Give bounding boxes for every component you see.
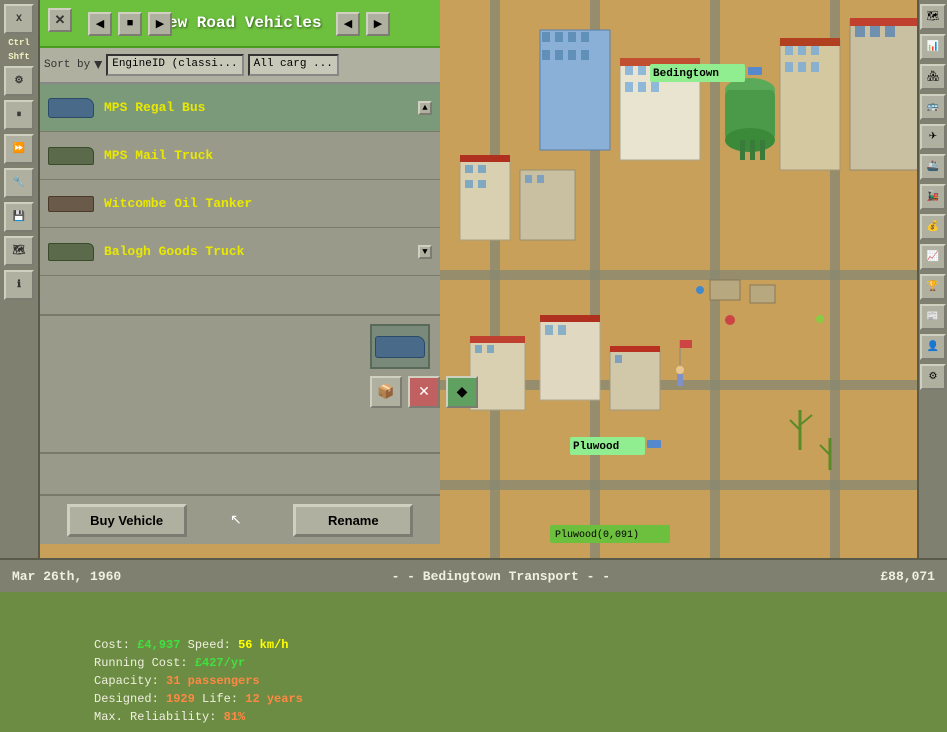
- truck-vehicle-icon-3: [48, 243, 94, 261]
- right-btn-2[interactable]: 📊: [920, 34, 946, 60]
- right-btn-12[interactable]: 👤: [920, 334, 946, 360]
- sidebar-close-btn[interactable]: X: [4, 4, 34, 34]
- svg-text:Pluwood: Pluwood: [573, 441, 619, 453]
- panel-close-button[interactable]: ✕: [48, 8, 72, 32]
- svg-text:Pluwood(0,091): Pluwood(0,091): [555, 529, 639, 541]
- right-btn-13[interactable]: ⚙: [920, 364, 946, 390]
- cursor-arrow-icon: ↖: [230, 512, 242, 529]
- designed-label: Designed:: [94, 692, 159, 706]
- sort-engine-value: EngineID (classi...: [112, 58, 237, 70]
- designed-line: Designed: 1929 Life: 12 years: [94, 690, 362, 708]
- scroll-right-button[interactable]: ▶: [148, 12, 172, 36]
- x-label: X: [16, 14, 22, 25]
- vehicle-item-0[interactable]: MPS Regal Bus ▲: [40, 84, 440, 132]
- speed-label: Speed:: [188, 638, 238, 652]
- cost-value: £4,937: [137, 638, 180, 652]
- right-btn-6[interactable]: 🚢: [920, 154, 946, 180]
- right-btn-5[interactable]: ✈: [920, 124, 946, 150]
- running-cost-value: £427/yr: [195, 656, 245, 670]
- status-company: - - Bedingtown Transport - -: [392, 569, 610, 584]
- sort-by-label: Sort by: [44, 59, 90, 71]
- reliability-line: Max. Reliability: 81%: [94, 708, 362, 726]
- speed-value: 56 km/h: [238, 638, 288, 652]
- sidebar-save-btn[interactable]: 💾: [4, 202, 34, 232]
- vehicle-preview-image: [375, 336, 425, 358]
- confirm-icon-btn[interactable]: ◆: [446, 376, 478, 408]
- cancel-icon-btn[interactable]: ✕: [408, 376, 440, 408]
- tanker-vehicle-icon: [48, 196, 94, 212]
- cost-line: Cost: £4,937 Speed: 56 km/h: [94, 636, 362, 654]
- left-sidebar: X Ctrl Shft ⚙ ⏸ ⏩ 🔧 💾 🗺 ℹ: [0, 0, 40, 592]
- vehicle-item-2[interactable]: Witcombe Oil Tanker: [40, 180, 440, 228]
- title-bar: ✕ ◀ ■ ▶ New Road Vehicles ◀ ▶: [40, 0, 440, 48]
- sort-arrow-icon: [94, 61, 102, 69]
- designed-value: 1929: [166, 692, 195, 706]
- svg-text:Bedingtown: Bedingtown: [653, 68, 719, 80]
- vehicle-list: MPS Regal Bus ▲ MPS Mail Truck Witcombe …: [40, 84, 440, 314]
- right-btn-3[interactable]: 🏘: [920, 64, 946, 90]
- sort-bar: Sort by EngineID (classi... All carg ...: [40, 48, 440, 84]
- ctrl-label: Ctrl: [8, 38, 30, 48]
- vehicle-preview-box: [370, 324, 430, 369]
- cargo-filter-dropdown[interactable]: All carg ...: [248, 54, 339, 76]
- sidebar-settings-btn[interactable]: ⚙: [4, 66, 34, 96]
- nav-left-button[interactable]: ◀: [336, 12, 360, 36]
- list-scroll-down[interactable]: ▼: [418, 245, 432, 259]
- right-sidebar: 🗺 📊 🏘 🚌 ✈ 🚢 🚂 💰 📈 🏆 📰 👤 ⚙ ?: [917, 0, 947, 592]
- action-buttons-row: 📦 ✕ ◆: [370, 376, 478, 408]
- life-label: Life:: [202, 692, 245, 706]
- panel-title: New Road Vehicles: [158, 14, 321, 32]
- right-btn-4[interactable]: 🚌: [920, 94, 946, 120]
- right-btn-9[interactable]: 📈: [920, 244, 946, 270]
- cargo-icon-btn[interactable]: 📦: [370, 376, 402, 408]
- running-cost-label: Running Cost:: [94, 656, 188, 670]
- shft-label: Shft: [8, 52, 30, 62]
- city-svg: Bedingtown: [410, 0, 947, 592]
- close-icon: ✕: [55, 13, 66, 28]
- list-scroll-up[interactable]: ▲: [418, 101, 432, 115]
- status-balance: £88,071: [880, 569, 935, 584]
- right-btn-11[interactable]: 📰: [920, 304, 946, 330]
- reliability-value: 81%: [224, 710, 246, 724]
- stats-area: Cost: £4,937 Speed: 56 km/h Running Cost…: [88, 630, 368, 732]
- cost-label: Cost:: [94, 638, 130, 652]
- bus-vehicle-icon: [48, 98, 94, 118]
- vehicle-name-0: MPS Regal Bus: [104, 100, 205, 115]
- city-area: Bedingtown: [410, 0, 947, 592]
- spacer-area: [40, 454, 440, 494]
- preview-area: 📦 ✕ ◆ Cost: £4,937 Speed: 56 km/h Runnin…: [40, 314, 440, 454]
- status-bar: Mar 26th, 1960 - - Bedingtown Transport …: [0, 558, 947, 592]
- sort-engine-dropdown[interactable]: EngineID (classi...: [106, 54, 243, 76]
- truck-vehicle-icon-1: [48, 147, 94, 165]
- vehicle-name-2: Witcombe Oil Tanker: [104, 196, 252, 211]
- capacity-line: Capacity: 31 passengers: [94, 672, 362, 690]
- sidebar-info-btn[interactable]: ℹ: [4, 270, 34, 300]
- scroll-center-button[interactable]: ■: [118, 12, 142, 36]
- nav-right-button[interactable]: ▶: [366, 12, 390, 36]
- right-btn-1[interactable]: 🗺: [920, 4, 946, 30]
- capacity-value: 31 passengers: [166, 674, 260, 688]
- sidebar-tools-btn[interactable]: 🔧: [4, 168, 34, 198]
- buy-vehicle-button[interactable]: Buy Vehicle: [67, 504, 187, 537]
- vehicle-item-1[interactable]: MPS Mail Truck: [40, 132, 440, 180]
- vehicle-item-3[interactable]: Balogh Goods Truck ▼: [40, 228, 440, 276]
- life-value: 12 years: [245, 692, 303, 706]
- capacity-label: Capacity:: [94, 674, 159, 688]
- sidebar-pause-btn[interactable]: ⏸: [4, 100, 34, 130]
- vehicle-name-3: Balogh Goods Truck: [104, 244, 244, 259]
- sidebar-map-btn[interactable]: 🗺: [4, 236, 34, 266]
- bottom-buttons: Buy Vehicle ↖ Rename: [40, 494, 440, 544]
- right-btn-7[interactable]: 🚂: [920, 184, 946, 210]
- reliability-label: Max. Reliability:: [94, 710, 216, 724]
- sidebar-fast-forward-btn[interactable]: ⏩: [4, 134, 34, 164]
- right-btn-10[interactable]: 🏆: [920, 274, 946, 300]
- vehicle-name-1: MPS Mail Truck: [104, 148, 213, 163]
- scroll-left-button[interactable]: ◀: [88, 12, 112, 36]
- status-date: Mar 26th, 1960: [12, 569, 121, 584]
- running-cost-line: Running Cost: £427/yr: [94, 654, 362, 672]
- rename-vehicle-button[interactable]: Rename: [293, 504, 413, 537]
- cargo-filter-value: All carg ...: [254, 58, 333, 70]
- right-btn-8[interactable]: 💰: [920, 214, 946, 240]
